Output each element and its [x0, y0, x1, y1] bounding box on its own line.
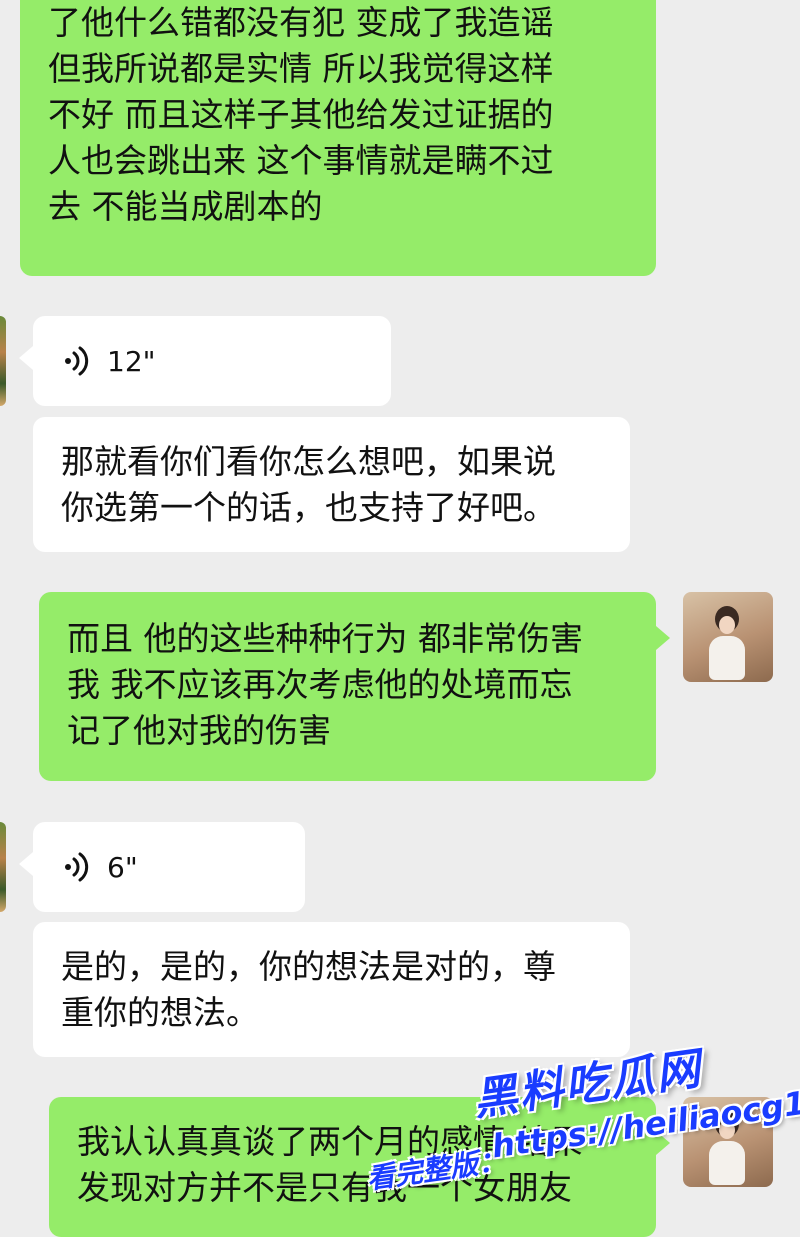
sent-message-bubble[interactable]: 了他什么错都没有犯 变成了我造谣 但我所说都是实情 所以我觉得这样 不好 而且这… [20, 0, 656, 276]
voice-message-bubble[interactable]: 12" [19, 316, 391, 406]
voice-wave-icon [65, 346, 89, 376]
contact-avatar[interactable] [0, 316, 6, 406]
message-line: 了他什么错都没有犯 变成了我造谣 [48, 3, 554, 42]
message-line: 人也会跳出来 这个事情就是瞒不过 [48, 141, 554, 180]
message-line: 去 不能当成剧本的 [48, 187, 323, 226]
message-line: 不好 而且这样子其他给发过证据的 [48, 95, 554, 134]
message-line: 是的，是的，你的想法是对的，尊 [61, 947, 556, 986]
message-line: 我认认真真谈了两个月的感情 结果 [77, 1122, 583, 1161]
message-line: 而且 他的这些种种行为 都非常伤害 [67, 619, 583, 658]
sent-message-bubble[interactable]: 而且 他的这些种种行为 都非常伤害 我 我不应该再次考虑他的处境而忘 记了他对我… [39, 592, 670, 781]
sent-message-bubble[interactable]: 我认认真真谈了两个月的感情 结果 发现对方并不是只有我一个女朋友 [49, 1097, 670, 1237]
voice-message-bubble[interactable]: 6" [19, 822, 305, 912]
user-avatar[interactable] [683, 592, 773, 682]
message-line: 发现对方并不是只有我一个女朋友 [77, 1168, 572, 1207]
message-line: 记了他对我的伤害 [67, 711, 331, 750]
user-avatar[interactable] [683, 1097, 773, 1187]
contact-avatar[interactable] [0, 822, 6, 912]
received-message-bubble[interactable]: 是的，是的，你的想法是对的，尊 重你的想法。 [33, 922, 630, 1057]
voice-wave-icon [65, 852, 89, 882]
message-line: 你选第一个的话，也支持了好吧。 [61, 488, 556, 527]
message-line: 我 我不应该再次考虑他的处境而忘 [67, 665, 573, 704]
received-message-bubble[interactable]: 那就看你们看你怎么想吧，如果说 你选第一个的话，也支持了好吧。 [33, 417, 630, 552]
voice-duration: 6" [107, 850, 138, 884]
message-line: 但我所说都是实情 所以我觉得这样 [48, 49, 554, 88]
voice-duration: 12" [107, 344, 156, 378]
message-line: 重你的想法。 [61, 993, 259, 1032]
message-line: 那就看你们看你怎么想吧，如果说 [61, 442, 556, 481]
